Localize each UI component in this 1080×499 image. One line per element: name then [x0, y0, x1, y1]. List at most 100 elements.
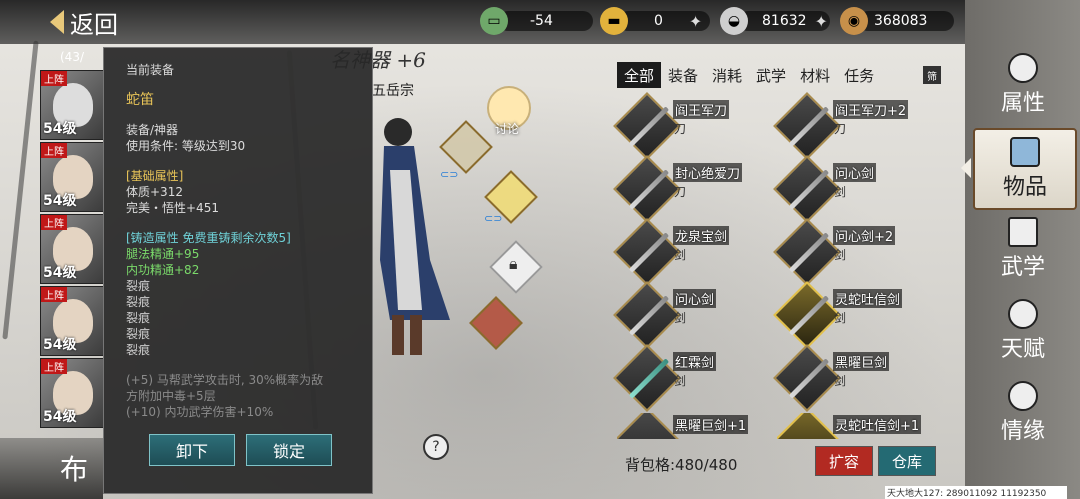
tooltip-header: 当前装备	[126, 63, 175, 77]
inventory-item[interactable]: 问心剑 剑	[773, 155, 937, 223]
nav-label: 情缘	[1000, 419, 1045, 444]
item-name: 问心剑	[833, 163, 877, 182]
book-icon	[1008, 217, 1038, 247]
item-name: 黑曜巨剑	[833, 352, 890, 371]
item-type: 刀	[674, 122, 687, 136]
basic-attr-line: 体质+312	[126, 185, 183, 199]
resource-copper[interactable]: ◉ 368083	[840, 7, 960, 35]
hero-card[interactable]: 上阵 54级	[40, 142, 104, 212]
item-name: 红霖剑	[673, 352, 717, 371]
item-type: 剑	[834, 248, 847, 262]
nav-attributes[interactable]: 属性	[973, 46, 1073, 124]
item-type: 剑	[674, 248, 687, 262]
lock-button[interactable]: 锁定	[246, 434, 332, 466]
hero-level: 54级	[43, 193, 77, 209]
filter-button[interactable]: 筛	[923, 66, 941, 84]
sect-label: 五岳宗	[372, 83, 414, 99]
item-type: 剑	[834, 185, 847, 199]
status-coords: 天大地大127: 289011092 11192350	[885, 486, 1067, 499]
hero-tag: 上阵	[41, 359, 67, 374]
effect-line: (+5) 马帮武学攻击时, 30%概率为敌	[126, 373, 324, 387]
hero-tag: 上阵	[41, 143, 67, 158]
inventory-item[interactable]: 灵蛇吐信剑 剑	[773, 281, 937, 349]
resource-value: 0	[654, 13, 663, 29]
item-category: 装备/神器	[126, 123, 179, 137]
storage-button[interactable]: 仓库	[878, 446, 936, 476]
inventory-item[interactable]: 阎王军刀+2 刀	[773, 92, 937, 160]
item-type: 刀	[834, 122, 847, 136]
inventory-item[interactable]: 龙泉宝剑 剑	[613, 218, 777, 286]
resource-rest[interactable]: ▭ -54	[480, 7, 593, 35]
resource-value: 368083	[874, 13, 928, 29]
back-arrow-icon	[50, 10, 64, 34]
tab-consumable[interactable]: 消耗	[705, 62, 749, 88]
hero-level: 54级	[43, 337, 77, 353]
back-button[interactable]: 返回	[50, 4, 118, 40]
item-name: 灵蛇吐信剑	[833, 289, 903, 308]
tab-material[interactable]: 材料	[793, 62, 837, 88]
add-silver-icon[interactable]: ✦	[815, 12, 828, 31]
inventory-item[interactable]: 问心剑 剑	[613, 281, 777, 349]
item-type: 剑	[674, 311, 687, 325]
item-name: 阎王军刀+2	[833, 100, 909, 119]
item-type: 剑	[674, 374, 687, 388]
chest-icon	[1010, 137, 1040, 167]
nav-label: 天赋	[1000, 337, 1045, 362]
inventory-item[interactable]: 黑曜巨剑 剑	[773, 344, 937, 412]
hero-tag: 上阵	[41, 287, 67, 302]
inventory-item[interactable]: 黑曜巨剑+1	[617, 413, 777, 439]
bed-icon: ▭	[480, 7, 508, 35]
add-gold-icon[interactable]: ✦	[689, 12, 702, 31]
help-icon[interactable]: ?	[423, 434, 449, 460]
nav-martial[interactable]: 武学	[973, 210, 1073, 288]
item-name: 问心剑+2	[833, 226, 896, 245]
nav-items[interactable]: 物品	[961, 128, 1077, 210]
chain-icon: ⊂⊃	[484, 212, 503, 225]
inventory-tabs: 全部 装备 消耗 武学 材料 任务	[617, 62, 881, 88]
basic-attr-title: [基础属性]	[126, 169, 184, 183]
hero-card[interactable]: 上阵 54级	[40, 70, 104, 140]
effect-line: (+10) 内功武学伤害+10%	[126, 405, 274, 419]
hero-level: 54级	[43, 409, 77, 425]
inventory-item[interactable]: 问心剑+2 剑	[773, 218, 937, 286]
expand-button[interactable]: 扩容	[815, 446, 873, 476]
item-slot	[777, 413, 841, 439]
resource-gold[interactable]: ▬ 0 ✦	[600, 7, 710, 35]
item-type: 刀	[674, 185, 687, 199]
crack-line: 裂痕	[126, 327, 151, 341]
lock-icon: 🔒︎	[509, 254, 518, 273]
nav-affinity[interactable]: 情缘	[973, 374, 1073, 452]
hero-card[interactable]: 上阵 54级	[40, 214, 104, 284]
nav-label: 物品	[1002, 175, 1047, 200]
inventory-item[interactable]: 灵蛇吐信剑+1	[777, 413, 937, 439]
item-name: 灵蛇吐信剑+1	[833, 415, 922, 434]
resource-silver[interactable]: ◒ 81632 ✦	[720, 7, 835, 35]
inventory-item[interactable]: 红霖剑 剑	[613, 344, 777, 412]
silver-ingot-icon: ◒	[720, 7, 748, 35]
item-type: 剑	[834, 374, 847, 388]
bird-icon	[1008, 53, 1038, 83]
chain-icon: ⊂⊃	[440, 168, 459, 181]
inventory-item[interactable]: 阎王军刀 刀	[613, 92, 777, 160]
unequip-button[interactable]: 卸下	[149, 434, 235, 466]
hero-card[interactable]: 上阵 54级	[40, 358, 104, 428]
effect-line: 方附加中毒+5层	[126, 389, 216, 403]
layout-label[interactable]: 布	[60, 448, 88, 488]
tab-equipment[interactable]: 装备	[661, 62, 705, 88]
inventory-item[interactable]: 封心绝爱刀 刀	[613, 155, 777, 223]
item-slot	[617, 413, 681, 439]
tab-quest[interactable]: 任务	[837, 62, 881, 88]
pet-label: 讨论	[495, 122, 520, 136]
crack-line: 裂痕	[126, 279, 151, 293]
hero-tag: 上阵	[41, 71, 67, 86]
hero-card[interactable]: 上阵 54级	[40, 286, 104, 356]
tab-martial[interactable]: 武学	[749, 62, 793, 88]
nav-talent[interactable]: 天赋	[973, 292, 1073, 370]
item-name: 龙泉宝剑	[673, 226, 730, 245]
item-name: 阎王军刀	[673, 100, 730, 119]
tab-all[interactable]: 全部	[617, 62, 662, 88]
right-nav: 属性 物品 武学 天赋 情缘	[961, 0, 1080, 499]
hero-level: 54级	[43, 121, 77, 137]
heart-knot-icon	[1008, 381, 1038, 411]
hero-level: 54级	[43, 265, 77, 281]
